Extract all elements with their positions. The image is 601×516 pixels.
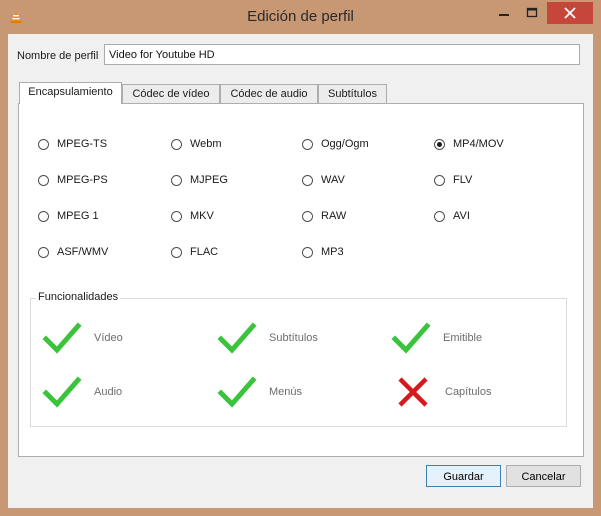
radio-flac[interactable]: FLAC — [171, 244, 218, 260]
cross-icon — [398, 377, 428, 407]
feature-label: Capítulos — [445, 386, 492, 398]
radio-label: MPEG-TS — [57, 138, 108, 150]
feature-menus: Menús — [217, 374, 302, 410]
check-icon — [391, 322, 431, 354]
radio-mp4-mov[interactable]: MP4/MOV — [434, 136, 504, 152]
radio-label: WAV — [321, 174, 345, 186]
maximize-icon — [526, 7, 538, 18]
tab-subtitulos[interactable]: Subtítulos — [318, 84, 387, 104]
radio-label: FLAC — [190, 246, 219, 258]
radio-webm[interactable]: Webm — [171, 136, 222, 152]
tab-codec-video[interactable]: Códec de vídeo — [122, 84, 220, 104]
radio-indicator — [434, 210, 445, 222]
radio-indicator — [38, 174, 49, 186]
radio-indicator — [171, 174, 182, 186]
radio-label: AVI — [453, 210, 470, 222]
feature-label: Vídeo — [94, 332, 123, 344]
radio-indicator — [171, 138, 182, 150]
radio-label: ASF/WMV — [57, 246, 109, 258]
radio-flv[interactable]: FLV — [434, 172, 472, 188]
check-icon — [217, 322, 257, 354]
close-button[interactable] — [547, 2, 593, 24]
minimize-button[interactable] — [491, 2, 517, 24]
radio-indicator — [38, 210, 49, 222]
radio-label: MKV — [190, 210, 214, 222]
radio-label: MPEG 1 — [57, 210, 99, 222]
feature-audio: Audio — [42, 374, 122, 410]
radio-label: Webm — [190, 138, 222, 150]
features-group-title: Funcionalidades — [36, 291, 121, 303]
close-icon — [564, 7, 576, 19]
radio-mpeg-ps[interactable]: MPEG-PS — [38, 172, 108, 188]
dialog-body: Nombre de perfil Encapsulamiento Códec d… — [8, 34, 593, 508]
radio-indicator — [171, 210, 182, 222]
radio-indicator — [302, 174, 313, 186]
check-icon — [42, 322, 82, 354]
radio-indicator — [302, 138, 313, 150]
radio-mpeg-ts[interactable]: MPEG-TS — [38, 136, 107, 152]
tab-encapsulamiento[interactable]: Encapsulamiento — [19, 82, 122, 104]
tab-codec-audio[interactable]: Códec de audio — [220, 84, 318, 104]
radio-wav[interactable]: WAV — [302, 172, 345, 188]
radio-label: RAW — [321, 210, 347, 222]
radio-raw[interactable]: RAW — [302, 208, 346, 224]
feature-video: Vídeo — [42, 320, 123, 356]
radio-avi[interactable]: AVI — [434, 208, 470, 224]
radio-indicator — [38, 246, 49, 258]
radio-mpeg-1[interactable]: MPEG 1 — [38, 208, 99, 224]
radio-label: MPEG-PS — [57, 174, 108, 186]
save-button[interactable]: Guardar — [426, 465, 501, 487]
radio-label: FLV — [453, 174, 473, 186]
feature-subtitles: Subtítulos — [217, 320, 318, 356]
check-icon — [42, 376, 82, 408]
title-bar[interactable]: Edición de perfil — [0, 0, 601, 34]
feature-label: Emitible — [443, 332, 483, 344]
feature-label: Audio — [94, 386, 123, 398]
radio-indicator — [302, 210, 313, 222]
encapsulation-panel: MPEG-TS Webm Ogg/Ogm MP4/MOV MPEG-PS MJP… — [18, 103, 584, 457]
minimize-icon — [499, 14, 509, 16]
check-icon — [217, 376, 257, 408]
radio-indicator — [302, 246, 313, 258]
radio-ogg-ogm[interactable]: Ogg/Ogm — [302, 136, 369, 152]
radio-indicator — [38, 138, 49, 150]
radio-label: MJPEG — [190, 174, 228, 186]
radio-mkv[interactable]: MKV — [171, 208, 214, 224]
feature-chapters: Capítulos — [393, 374, 491, 410]
radio-indicator — [434, 174, 445, 186]
profile-name-label: Nombre de perfil — [17, 50, 99, 62]
radio-mp3[interactable]: MP3 — [302, 244, 344, 260]
feature-label: Subtítulos — [269, 332, 318, 344]
radio-indicator — [434, 138, 445, 150]
radio-indicator — [171, 246, 182, 258]
maximize-button[interactable] — [519, 2, 545, 24]
dialog-window: Edición de perfil Nombre de perfil Encap… — [0, 0, 601, 516]
feature-streamable: Emitible — [391, 320, 482, 356]
radio-label: MP4/MOV — [453, 138, 504, 150]
radio-label: MP3 — [321, 246, 344, 258]
feature-label: Menús — [269, 386, 303, 398]
radio-label: Ogg/Ogm — [321, 138, 369, 150]
profile-name-input[interactable] — [104, 44, 580, 65]
cancel-button[interactable]: Cancelar — [506, 465, 581, 487]
radio-mjpeg[interactable]: MJPEG — [171, 172, 228, 188]
radio-asf-wmv[interactable]: ASF/WMV — [38, 244, 108, 260]
